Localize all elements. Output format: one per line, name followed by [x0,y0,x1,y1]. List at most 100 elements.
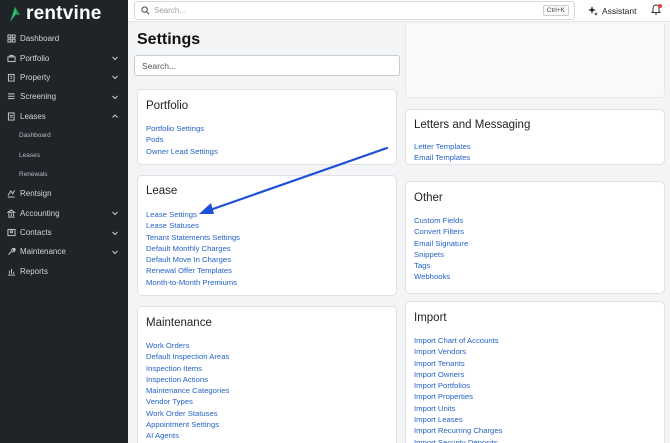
import-link-import-portfolios[interactable]: Import Portfolios [414,380,502,391]
letters-link-email-templates[interactable]: Email Templates [414,152,471,163]
lease-link-lease-statuses[interactable]: Lease Statuses [146,220,240,231]
lease-link-lease-settings[interactable]: Lease Settings [146,209,240,220]
contacts-icon [7,228,16,237]
import-link-import-owners[interactable]: Import Owners [414,369,502,380]
sidebar-item-label: Reports [20,266,49,276]
other-link-convert-filters[interactable]: Convert Filters [414,226,468,237]
maintenance-links: Work Orders Default Inspection Areas Inspe… [146,340,229,442]
sidebar-item-label: Property [20,72,51,82]
portfolio-icon [7,54,16,63]
chevron-down-icon [112,56,118,61]
sidebar-subitem-renewals[interactable]: Renewals [0,165,128,184]
other-card-title: Other [414,192,443,204]
topbar: Search... Ctrl+K Assistant [128,0,670,22]
maintenance-card: Maintenance Work Orders Default Inspectio… [137,306,397,443]
sidebar-item-contacts[interactable]: Contacts [0,223,128,242]
portfolio-card: Portfolio Portfolio Settings Pods Owner Le… [137,89,397,165]
import-link-import-vendors[interactable]: Import Vendors [414,346,502,357]
maintenance-link-inspection-items[interactable]: Inspection Items [146,363,229,374]
search-icon [141,6,150,15]
chevron-down-icon [112,76,118,80]
search-shortcut-badge: Ctrl+K [542,5,569,16]
sidebar-item-portfolio[interactable]: Portfolio [0,48,128,67]
maintenance-link-vendor-types[interactable]: Vendor Types [146,396,229,407]
portfolio-link-portfolio-settings[interactable]: Portfolio Settings [146,123,218,134]
assistant-button[interactable]: Assistant [588,3,637,18]
screening-icon [7,92,16,101]
maintenance-link-default-inspection-areas[interactable]: Default Inspection Areas [146,351,229,362]
import-link-import-leases[interactable]: Import Leases [414,414,502,425]
sidebar-subitem-leases[interactable]: Leases [0,145,128,164]
sidebar-item-label: Screening [20,92,57,102]
maintenance-link-work-orders[interactable]: Work Orders [146,340,229,351]
chevron-down-icon [112,211,118,216]
portfolio-link-owner-lead-settings[interactable]: Owner Lead Settings [146,146,218,157]
import-link-import-chart-of-accounts[interactable]: Import Chart of Accounts [414,335,502,346]
sidebar-item-label: Rentsign [20,189,52,199]
other-link-custom-fields[interactable]: Custom Fields [414,215,468,226]
lease-link-month-to-month-premiums[interactable]: Month-to-Month Premiums [146,277,240,288]
sidebar-item-maintenance[interactable]: Maintenance [0,242,128,261]
sparkle-icon [588,5,598,16]
chevron-up-icon [112,114,118,119]
other-link-tags[interactable]: Tags [414,260,468,271]
lease-link-renewal-offer-templates[interactable]: Renewal Offer Templates [146,265,240,276]
sidebar-item-reports[interactable]: Reports [0,262,128,281]
sidebar-item-property[interactable]: Property [0,68,128,87]
global-search-input[interactable]: Search... Ctrl+K [134,1,575,20]
other-link-snippets[interactable]: Snippets [414,249,468,260]
accounting-icon [7,209,16,218]
letters-messaging-card-title: Letters and Messaging [414,119,531,131]
sidebar-item-label: Renewals [19,170,48,178]
sidebar-item-accounting[interactable]: Accounting [0,204,128,223]
letters-messaging-card: Letters and Messaging Letter Templates Em… [405,109,665,165]
sidebar-item-label: Leases [19,151,40,159]
sidebar-item-rentsign[interactable]: Rentsign [0,184,128,203]
other-link-webhooks[interactable]: Webhooks [414,271,468,282]
lease-link-tenant-statements-settings[interactable]: Tenant Statements Settings [146,232,240,243]
leases-icon [7,112,16,121]
sidebar-item-label: Contacts [20,228,52,238]
scrolled-settings-card [405,24,665,98]
property-icon [7,73,16,82]
sidebar-subitem-dashboard[interactable]: Dashboard [0,126,128,145]
lease-link-default-monthly-charges[interactable]: Default Monthly Charges [146,243,240,254]
rentvine-logo[interactable]: rentvine [8,3,102,24]
portfolio-link-pods[interactable]: Pods [146,134,218,145]
letters-link-letter-templates[interactable]: Letter Templates [414,141,471,152]
maintenance-icon [7,247,16,256]
lease-link-default-move-in-charges[interactable]: Default Move In Charges [146,254,240,265]
sidebar-item-screening[interactable]: Screening [0,87,128,106]
maintenance-link-maintenance-categories[interactable]: Maintenance Categories [146,385,229,396]
portfolio-links: Portfolio Settings Pods Owner Lead Setting… [146,123,218,157]
lease-links: Lease Settings Lease Statuses Tenant State… [146,209,240,288]
import-link-import-tenants[interactable]: Import Tenants [414,358,502,369]
sidebar-nav: Dashboard Portfolio Property Screening Lease… [0,29,128,281]
chevron-down-icon [112,250,118,255]
global-search-placeholder: Search... [154,6,187,15]
import-link-import-security-deposits[interactable]: Import Security Deposits [414,437,502,443]
maintenance-link-ai-agents[interactable]: AI Agents [146,430,229,441]
other-link-email-signature[interactable]: Email Signature [414,238,468,249]
import-link-import-units[interactable]: Import Units [414,403,502,414]
chevron-down-icon [112,231,118,235]
maintenance-link-inspection-actions[interactable]: Inspection Actions [146,374,229,385]
portfolio-card-title: Portfolio [146,100,189,112]
import-link-import-recurring-charges[interactable]: Import Recurring Charges [414,425,502,436]
maintenance-card-title: Maintenance [146,317,212,329]
sidebar-item-label: Dashboard [20,34,60,44]
sidebar-item-dashboard[interactable]: Dashboard [0,29,128,48]
lease-card: Lease Lease Settings Lease Statuses Tenant… [137,175,397,296]
other-card: Other Custom Fields Convert Filters Email … [405,181,665,294]
maintenance-link-appointment-settings[interactable]: Appointment Settings [146,419,229,430]
maintenance-link-work-order-statuses[interactable]: Work Order Statuses [146,408,229,419]
sidebar: rentvine Dashboard Portfolio Property Scree… [0,0,128,443]
sidebar-item-label: Dashboard [19,132,51,140]
sidebar-item-label: Maintenance [20,247,66,257]
import-link-import-properties[interactable]: Import Properties [414,391,502,402]
settings-search-input[interactable] [134,55,400,76]
other-links: Custom Fields Convert Filters Email Signat… [414,215,468,283]
sidebar-item-leases[interactable]: Leases [0,107,128,126]
sidebar-item-label: Portfolio [20,53,50,63]
import-card: Import Import Chart of Accounts Import Ve… [405,301,665,443]
